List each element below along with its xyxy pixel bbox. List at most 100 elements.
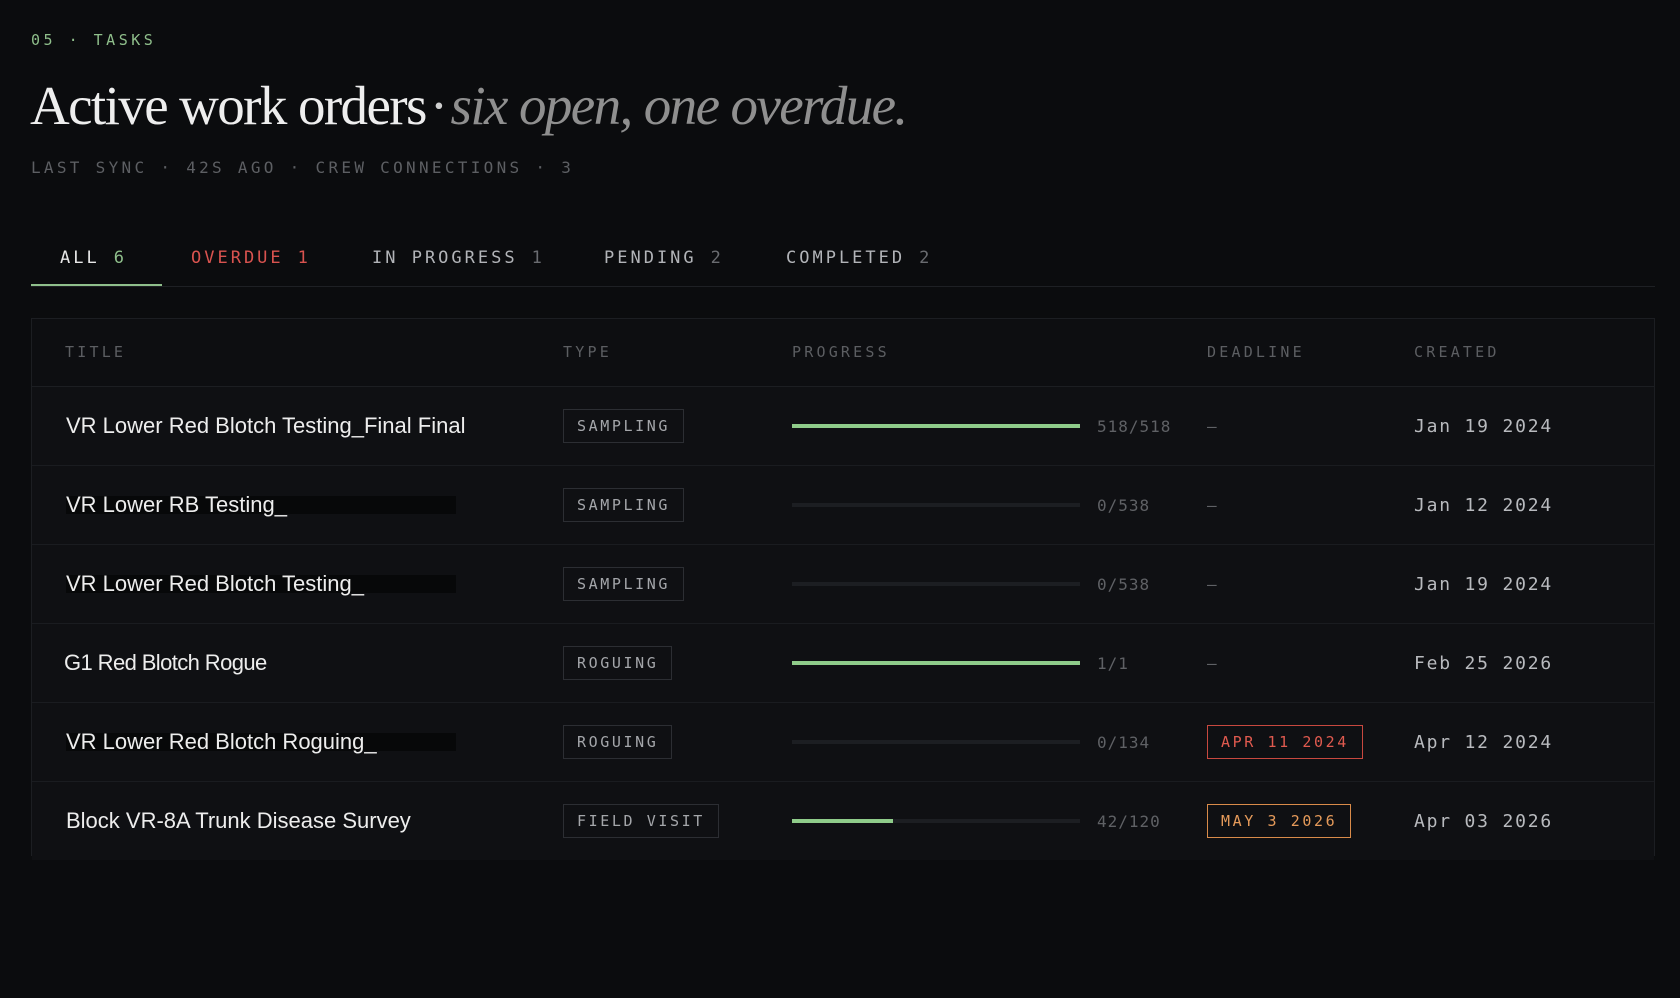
tab-all[interactable]: ALL 6 bbox=[31, 233, 162, 286]
task-title: VR Lower Red Blotch Roguing_ bbox=[66, 729, 377, 754]
progress-bar-fill bbox=[792, 424, 1080, 428]
table-row[interactable]: VR Lower Red Blotch Roguing_ ROGUING 0/1… bbox=[32, 703, 1654, 782]
column-header-created[interactable]: CREATED bbox=[1414, 319, 1500, 386]
created-date: Jan 19 2024 bbox=[1414, 573, 1554, 595]
created-date: Jan 12 2024 bbox=[1414, 494, 1554, 516]
deadline-cell: — bbox=[1207, 466, 1217, 544]
progress-bar bbox=[792, 819, 1080, 823]
deadline-cell: — bbox=[1207, 387, 1217, 465]
deadline-empty: — bbox=[1207, 495, 1217, 515]
deadline-cell: — bbox=[1207, 624, 1217, 702]
type-tag: SAMPLING bbox=[563, 488, 685, 522]
title-cell: VR Lower RB Testing_ bbox=[66, 466, 466, 544]
tab-overdue[interactable]: OVERDUE 1 bbox=[191, 233, 311, 286]
type-cell: FIELD VISIT bbox=[563, 782, 719, 860]
tab-label: IN PROGRESS bbox=[372, 248, 518, 268]
type-tag: ROGUING bbox=[563, 646, 673, 680]
tab-count: 2 bbox=[710, 248, 724, 268]
tab-pending[interactable]: PENDING 2 bbox=[604, 233, 724, 286]
progress-count: 0/538 bbox=[1097, 574, 1151, 594]
deadline-badge-upcoming: MAY 3 2026 bbox=[1207, 804, 1352, 838]
column-header-deadline[interactable]: DEADLINE bbox=[1207, 319, 1305, 386]
column-header-progress[interactable]: PROGRESS bbox=[792, 319, 890, 386]
progress-cell: 42/120 bbox=[792, 782, 1161, 860]
column-header-title[interactable]: TITLE bbox=[65, 319, 126, 386]
created-cell: Apr 03 2026 bbox=[1414, 782, 1553, 860]
progress-bar bbox=[792, 424, 1080, 428]
tab-count: 2 bbox=[919, 248, 933, 268]
created-date: Apr 12 2024 bbox=[1414, 731, 1554, 753]
task-title: Block VR-8A Trunk Disease Survey bbox=[66, 808, 411, 833]
progress-count: 1/1 bbox=[1097, 653, 1129, 673]
created-cell: Jan 12 2024 bbox=[1414, 466, 1553, 544]
deadline-badge-overdue: APR 11 2024 bbox=[1207, 725, 1363, 759]
deadline-empty: — bbox=[1207, 574, 1217, 594]
table-row[interactable]: Block VR-8A Trunk Disease Survey FIELD V… bbox=[32, 782, 1654, 860]
page-title-main: Active work orders bbox=[30, 75, 427, 136]
column-header-type[interactable]: TYPE bbox=[563, 319, 612, 386]
created-cell: Apr 12 2024 bbox=[1414, 703, 1553, 781]
created-cell: Feb 25 2026 bbox=[1414, 624, 1553, 702]
type-cell: ROGUING bbox=[563, 703, 673, 781]
type-cell: SAMPLING bbox=[563, 545, 685, 623]
title-cell: G1 Red Blotch Rogue bbox=[64, 624, 267, 702]
task-title: VR Lower RB Testing_ bbox=[66, 492, 287, 517]
progress-cell: 518/518 bbox=[792, 387, 1171, 465]
progress-bar bbox=[792, 740, 1080, 744]
progress-count: 518/518 bbox=[1097, 416, 1172, 436]
progress-bar bbox=[792, 582, 1080, 586]
tab-completed[interactable]: COMPLETED 2 bbox=[786, 233, 932, 286]
progress-count: 0/134 bbox=[1097, 732, 1151, 752]
tab-count: 6 bbox=[113, 248, 127, 268]
created-date: Jan 19 2024 bbox=[1414, 415, 1554, 437]
table-row[interactable]: VR Lower Red Blotch Testing_ SAMPLING 0/… bbox=[32, 545, 1654, 624]
created-cell: Jan 19 2024 bbox=[1414, 387, 1553, 465]
type-tag: SAMPLING bbox=[563, 567, 685, 601]
sync-status: LAST SYNC · 42S AGO · CREW CONNECTIONS ·… bbox=[31, 158, 575, 177]
progress-bar-fill bbox=[792, 819, 893, 823]
type-cell: SAMPLING bbox=[563, 387, 685, 465]
type-cell: ROGUING bbox=[563, 624, 673, 702]
task-title: VR Lower Red Blotch Testing_Final Final bbox=[66, 413, 466, 438]
deadline-empty: — bbox=[1207, 653, 1217, 673]
page-title-summary: six open, one overdue. bbox=[450, 75, 909, 136]
type-tag: ROGUING bbox=[563, 725, 673, 759]
task-title: VR Lower Red Blotch Testing_ bbox=[66, 571, 364, 596]
progress-bar bbox=[792, 661, 1080, 665]
progress-cell: 0/538 bbox=[792, 545, 1150, 623]
progress-bar-fill bbox=[792, 661, 1080, 665]
tab-count: 1 bbox=[297, 248, 311, 268]
tab-label: PENDING bbox=[604, 248, 697, 268]
task-title: G1 Red Blotch Rogue bbox=[64, 650, 267, 675]
created-date: Apr 03 2026 bbox=[1414, 810, 1554, 832]
created-date: Feb 25 2026 bbox=[1414, 652, 1554, 674]
tab-count: 1 bbox=[531, 248, 545, 268]
progress-cell: 0/538 bbox=[792, 466, 1150, 544]
type-tag: SAMPLING bbox=[563, 409, 685, 443]
work-orders-table: TITLE TYPE PROGRESS DEADLINE CREATED VR … bbox=[31, 318, 1655, 860]
deadline-cell: APR 11 2024 bbox=[1207, 703, 1363, 781]
title-cell: VR Lower Red Blotch Testing_Final Final bbox=[66, 387, 465, 465]
tab-label: ALL bbox=[60, 248, 100, 268]
deadline-cell: — bbox=[1207, 545, 1217, 623]
created-cell: Jan 19 2024 bbox=[1414, 545, 1553, 623]
page-title-separator: · bbox=[429, 75, 448, 136]
deadline-empty: — bbox=[1207, 416, 1217, 436]
tab-label: COMPLETED bbox=[786, 248, 906, 268]
page-title: Active work orders·six open, one overdue… bbox=[30, 72, 909, 140]
tab-label: OVERDUE bbox=[191, 248, 284, 268]
table-row[interactable]: VR Lower Red Blotch Testing_Final Final … bbox=[32, 387, 1654, 466]
section-eyebrow: 05 · TASKS bbox=[31, 31, 157, 49]
table-header: TITLE TYPE PROGRESS DEADLINE CREATED bbox=[32, 319, 1654, 387]
filter-tabs: ALL 6 OVERDUE 1 IN PROGRESS 1 PENDING 2 COMP… bbox=[31, 233, 1655, 287]
table-row[interactable]: G1 Red Blotch Rogue ROGUING 1/1 — Feb 25… bbox=[32, 624, 1654, 703]
progress-count: 0/538 bbox=[1097, 495, 1151, 515]
title-cell: VR Lower Red Blotch Roguing_ bbox=[66, 703, 466, 781]
type-tag: FIELD VISIT bbox=[563, 804, 719, 838]
tab-in-progress[interactable]: IN PROGRESS 1 bbox=[372, 233, 545, 286]
title-cell: VR Lower Red Blotch Testing_ bbox=[66, 545, 466, 623]
progress-cell: 0/134 bbox=[792, 703, 1150, 781]
title-cell: Block VR-8A Trunk Disease Survey bbox=[66, 782, 411, 860]
type-cell: SAMPLING bbox=[563, 466, 685, 544]
table-row[interactable]: VR Lower RB Testing_ SAMPLING 0/538 — Ja… bbox=[32, 466, 1654, 545]
